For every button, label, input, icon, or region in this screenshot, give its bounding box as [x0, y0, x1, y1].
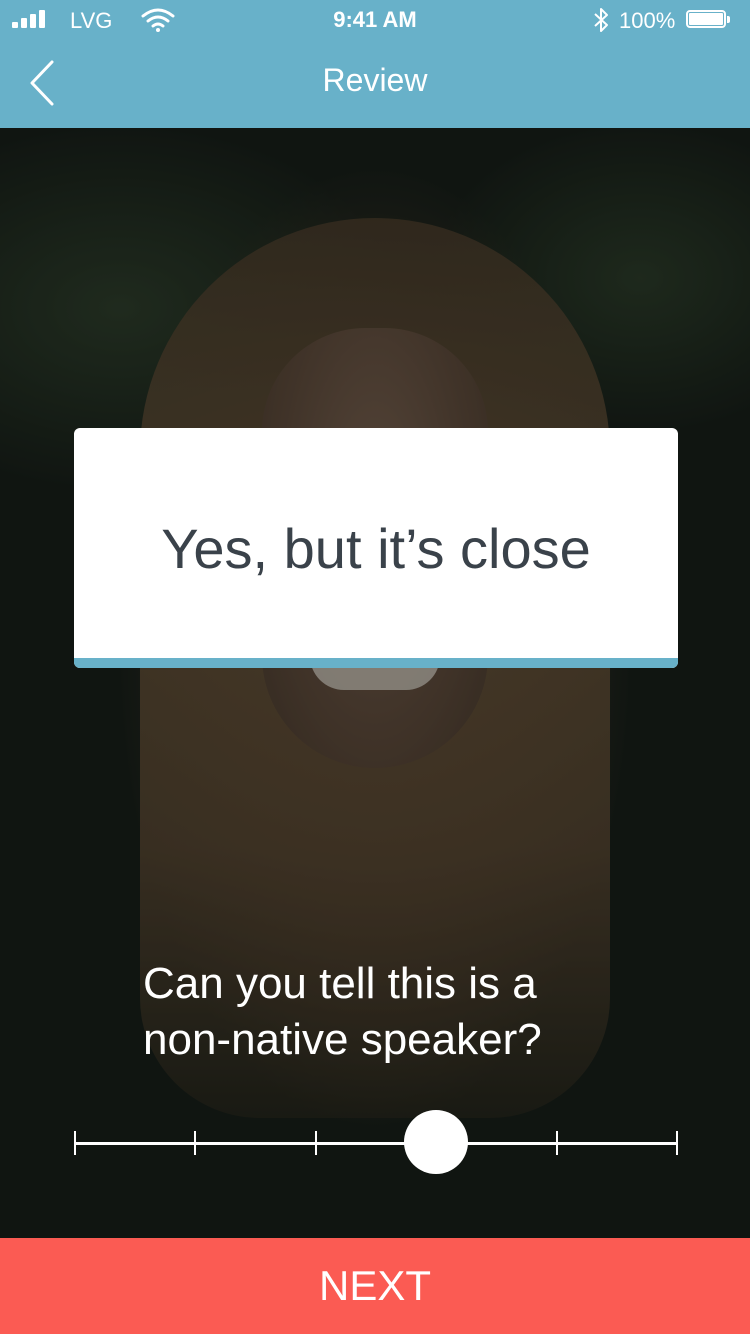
- battery-percent: 100%: [619, 8, 676, 33]
- slider-tick[interactable]: [555, 1131, 558, 1155]
- card-accent-bar: [74, 658, 678, 668]
- answer-card: Yes, but it’s close: [74, 428, 678, 668]
- slider-tick[interactable]: [314, 1131, 317, 1155]
- question-text: Can you tell this is a non-native speake…: [143, 956, 663, 1068]
- top-bar: LVG 9:41 AM 100% Review: [0, 0, 750, 128]
- answer-text: Yes, but it’s close: [161, 517, 591, 580]
- question-line-1: Can you tell this is a: [143, 959, 537, 1008]
- bluetooth-icon: [594, 8, 608, 32]
- slider-thumb[interactable]: [404, 1110, 469, 1174]
- battery-icon: [686, 10, 732, 30]
- rating-slider[interactable]: [74, 1110, 680, 1174]
- slider-tick[interactable]: [676, 1131, 678, 1155]
- question-line-2: non-native speaker?: [143, 1015, 542, 1064]
- next-button[interactable]: NEXT: [0, 1238, 750, 1334]
- slider-track[interactable]: [76, 1142, 678, 1145]
- page-title: Review: [322, 62, 428, 98]
- slider-tick[interactable]: [194, 1131, 197, 1155]
- status-bar: LVG 9:41 AM 100%: [0, 0, 750, 40]
- speaker-photo: [0, 128, 750, 1238]
- slider-tick[interactable]: [74, 1131, 76, 1155]
